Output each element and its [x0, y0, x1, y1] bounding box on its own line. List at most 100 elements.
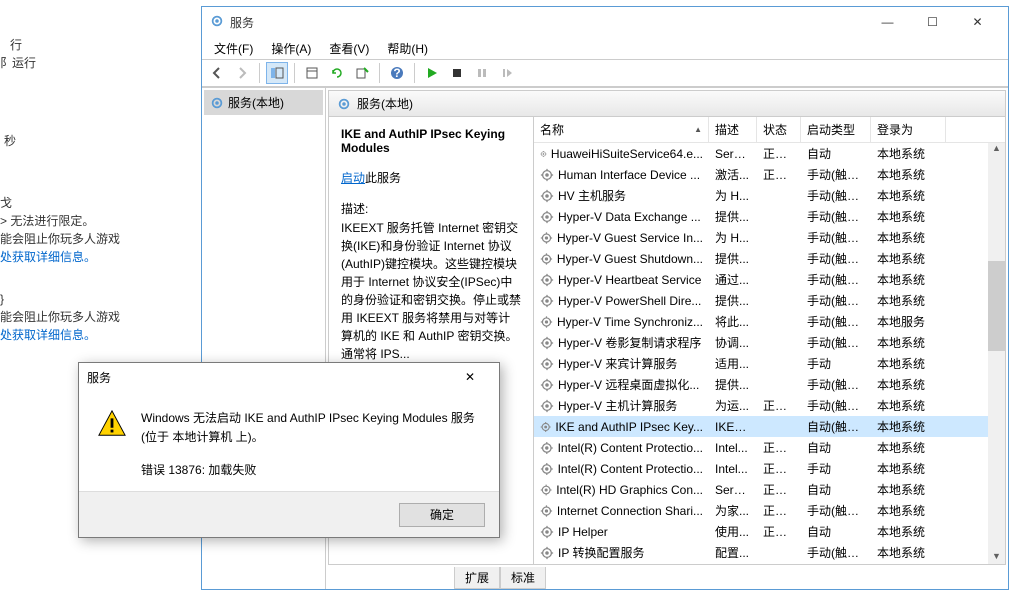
- service-row[interactable]: Hyper-V Time Synchroniz...将此...手动(触发...本…: [534, 311, 1005, 332]
- services-list[interactable]: 名称▲ 描述 状态 启动类型 登录为 HuaweiHiSuiteService6…: [534, 117, 1005, 564]
- close-button[interactable]: ✕: [955, 7, 1000, 37]
- refresh-button[interactable]: [326, 62, 348, 84]
- menu-file[interactable]: 文件(F): [206, 38, 261, 59]
- tree-item-label: 服务(本地): [228, 94, 284, 111]
- cell-startup: 手动(触发...: [801, 544, 871, 561]
- forward-button[interactable]: [231, 62, 253, 84]
- scroll-thumb[interactable]: [988, 261, 1005, 351]
- cell-startup: 手动(触发...: [801, 187, 871, 204]
- cell-startup: 自动: [801, 439, 871, 456]
- cell-desc: Intel...: [709, 441, 757, 455]
- gear-icon: [210, 96, 224, 110]
- cell-startup: 手动: [801, 460, 871, 477]
- pause-service-button[interactable]: [471, 62, 493, 84]
- column-status[interactable]: 状态: [757, 117, 801, 142]
- dialog-footer: 确定: [79, 491, 499, 537]
- service-row[interactable]: IP 转换配置服务配置...手动(触发...本地系统: [534, 542, 1005, 563]
- service-row[interactable]: Intel(R) Content Protectio...Intel...正在.…: [534, 437, 1005, 458]
- stop-service-button[interactable]: [446, 62, 468, 84]
- service-row[interactable]: Hyper-V Guest Shutdown...提供...手动(触发...本地…: [534, 248, 1005, 269]
- gear-icon: [540, 504, 553, 518]
- svg-text:?: ?: [393, 66, 400, 80]
- minimize-button[interactable]: —: [865, 7, 910, 37]
- service-row[interactable]: Intel(R) HD Graphics Con...Servi...正在...…: [534, 479, 1005, 500]
- bg-link[interactable]: 处获取详细信息。: [0, 248, 96, 267]
- service-row[interactable]: IP Helper使用...正在...自动本地系统: [534, 521, 1005, 542]
- cell-status: 正在...: [757, 166, 801, 183]
- cell-logon: 本地系统: [871, 292, 946, 309]
- cell-startup: 手动(触发...: [801, 250, 871, 267]
- service-row[interactable]: Hyper-V 来宾计算服务适用...手动本地系统: [534, 353, 1005, 374]
- back-button[interactable]: [206, 62, 228, 84]
- cell-logon: 本地系统: [871, 271, 946, 288]
- cell-logon: 本地系统: [871, 376, 946, 393]
- ok-button[interactable]: 确定: [399, 503, 485, 527]
- cell-startup: 手动(触发...: [801, 313, 871, 330]
- service-row[interactable]: Hyper-V 远程桌面虚拟化...提供...手动(触发...本地系统: [534, 374, 1005, 395]
- cell-desc: Intel...: [709, 462, 757, 476]
- selected-service-name: IKE and AuthIP IPsec Keying Modules: [341, 127, 521, 155]
- scroll-track[interactable]: [988, 156, 1005, 547]
- bg-link[interactable]: 处获取详细信息。: [0, 326, 96, 345]
- tab-standard[interactable]: 标准: [500, 567, 546, 589]
- cell-logon: 本地系统: [871, 439, 946, 456]
- bg-line: 秒: [4, 132, 16, 151]
- maximize-button[interactable]: ☐: [910, 7, 955, 37]
- service-row[interactable]: Hyper-V Heartbeat Service通过...手动(触发...本地…: [534, 269, 1005, 290]
- export-button[interactable]: [351, 62, 373, 84]
- cell-name: Hyper-V Time Synchroniz...: [534, 315, 709, 329]
- cell-logon: 本地系统: [871, 544, 946, 561]
- cell-desc: 配置...: [709, 544, 757, 561]
- cell-name: Internet Connection Shari...: [534, 504, 709, 518]
- help-button[interactable]: ?: [386, 62, 408, 84]
- service-row[interactable]: Intel(R) Content Protectio...Intel...正在.…: [534, 458, 1005, 479]
- restart-service-button[interactable]: [496, 62, 518, 84]
- show-hide-tree-button[interactable]: [266, 62, 288, 84]
- cell-logon: 本地系统: [871, 502, 946, 519]
- cell-desc: Servi...: [709, 483, 757, 497]
- bg-line: }: [0, 290, 4, 309]
- service-row[interactable]: Internet Connection Shari...为家...正在...手动…: [534, 500, 1005, 521]
- start-service-link[interactable]: 启动: [341, 171, 365, 185]
- service-row[interactable]: Hyper-V Guest Service In...为 H...手动(触发..…: [534, 227, 1005, 248]
- titlebar: 服务 — ☐ ✕: [202, 7, 1008, 37]
- vertical-scrollbar[interactable]: ▲ ▼: [988, 139, 1005, 564]
- service-row[interactable]: Hyper-V PowerShell Dire...提供...手动(触发...本…: [534, 290, 1005, 311]
- cell-name: Hyper-V PowerShell Dire...: [534, 294, 709, 308]
- tree-item-services-local[interactable]: 服务(本地): [204, 90, 323, 115]
- column-name[interactable]: 名称▲: [534, 117, 709, 142]
- start-suffix: 此服务: [365, 171, 401, 185]
- description-text: IKEEXT 服务托管 Internet 密钥交换(IKE)和身份验证 Inte…: [341, 219, 521, 363]
- column-startup-type[interactable]: 启动类型: [801, 117, 871, 142]
- cell-name: Human Interface Device ...: [534, 168, 709, 182]
- gear-icon: [540, 294, 554, 308]
- properties-button[interactable]: [301, 62, 323, 84]
- service-row[interactable]: IKE and AuthIP IPsec Key...IKEE...自动(触发.…: [534, 416, 1005, 437]
- tab-extended[interactable]: 扩展: [454, 567, 500, 589]
- column-description[interactable]: 描述: [709, 117, 757, 142]
- service-row[interactable]: Hyper-V 主机计算服务为运...正在...手动(触发...本地系统: [534, 395, 1005, 416]
- dialog-titlebar: 服务 ✕: [79, 363, 499, 391]
- menu-view[interactable]: 查看(V): [321, 38, 377, 59]
- service-row[interactable]: Hyper-V 卷影复制请求程序协调...手动(触发...本地系统: [534, 332, 1005, 353]
- cell-desc: 使用...: [709, 523, 757, 540]
- scroll-down-button[interactable]: ▼: [988, 547, 1005, 564]
- cell-name: Hyper-V 来宾计算服务: [534, 355, 709, 372]
- cell-name: Hyper-V 远程桌面虚拟化...: [534, 376, 709, 393]
- start-service-button[interactable]: [421, 62, 443, 84]
- menu-help[interactable]: 帮助(H): [379, 38, 436, 59]
- cell-desc: 提供...: [709, 208, 757, 225]
- cell-startup: 手动(触发...: [801, 229, 871, 246]
- cell-desc: 为 H...: [709, 187, 757, 204]
- cell-startup: 手动(触发...: [801, 502, 871, 519]
- menu-action[interactable]: 操作(A): [263, 38, 319, 59]
- service-row[interactable]: Human Interface Device ...激活...正在...手动(触…: [534, 164, 1005, 185]
- dialog-close-button[interactable]: ✕: [449, 365, 491, 389]
- cell-status: 正在...: [757, 145, 801, 162]
- service-row[interactable]: HV 主机服务为 H...手动(触发...本地系统: [534, 185, 1005, 206]
- service-row[interactable]: Hyper-V Data Exchange ...提供...手动(触发...本地…: [534, 206, 1005, 227]
- service-row[interactable]: HuaweiHiSuiteService64.e...Servi...正在...…: [534, 143, 1005, 164]
- column-logon-as[interactable]: 登录为: [871, 117, 946, 142]
- cell-desc: 提供...: [709, 376, 757, 393]
- cell-desc: 为运...: [709, 397, 757, 414]
